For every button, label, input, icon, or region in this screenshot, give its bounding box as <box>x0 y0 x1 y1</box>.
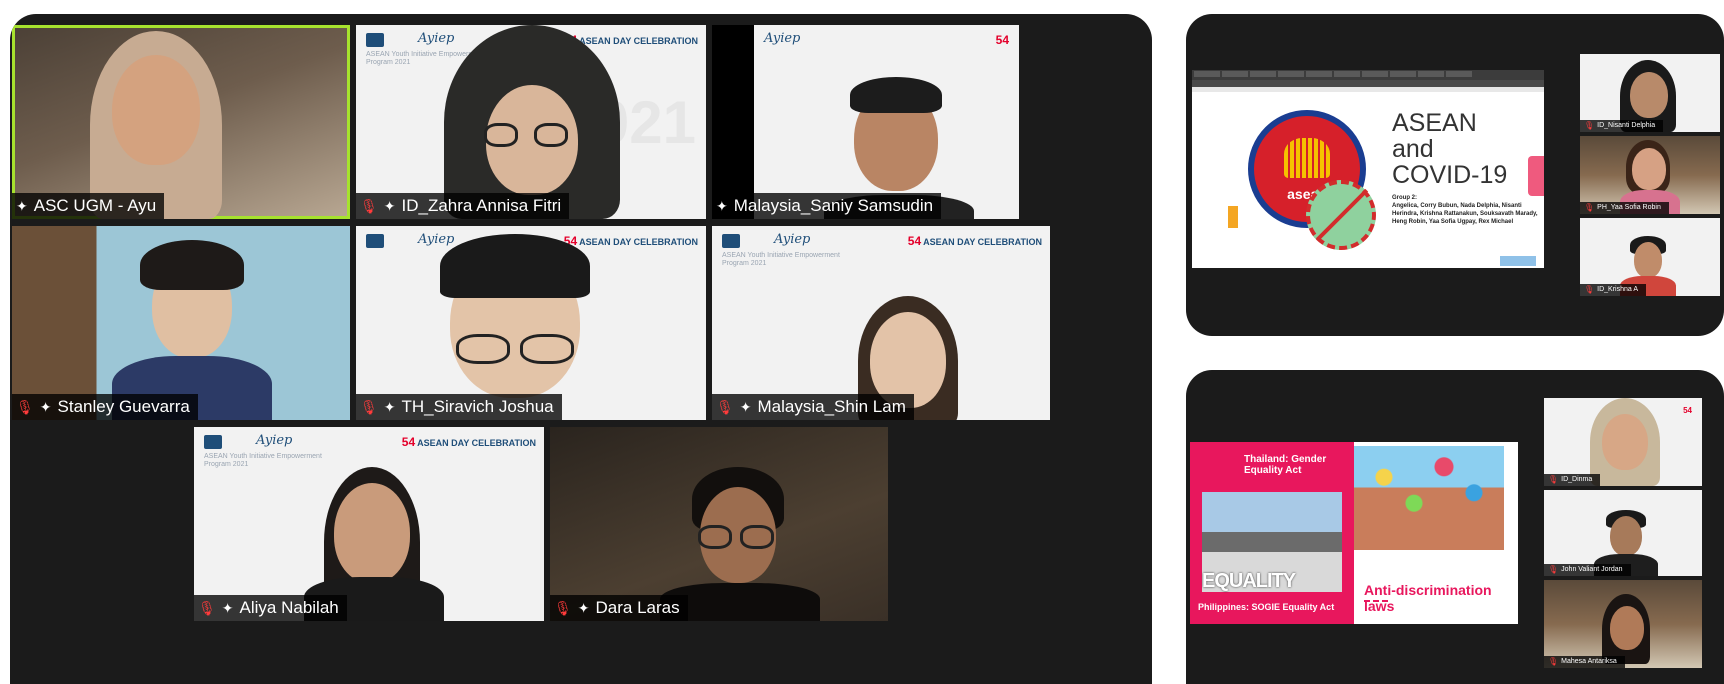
participant-name: TH_Siravich Joshua <box>401 397 554 416</box>
participant-nameplate: ✦ ASC UGM - Ayu <box>12 193 165 219</box>
participant-name: Stanley Guevarra <box>57 397 190 416</box>
pin-icon: ✦ <box>383 399 396 415</box>
mic-muted-icon: 🎙 <box>1548 565 1559 574</box>
mic-muted-icon: 🎙 <box>360 399 378 415</box>
screen-share-panel: Thailand: Gender Equality Act EQUALITY P… <box>1186 370 1724 684</box>
participant-tile[interactable]: Ayiep ASEAN Youth Initiative Empowerment… <box>356 25 706 219</box>
pin-icon: ✦ <box>739 399 752 415</box>
participant-tile[interactable]: ✦ ASC UGM - Ayu <box>12 25 350 219</box>
thumbnail-tile[interactable]: 54 🎙 ID_Dinma <box>1544 398 1702 486</box>
participant-tile[interactable]: Ayiep ASEAN Youth Initiative Empowerment… <box>712 226 1050 420</box>
participant-name: ASC UGM - Ayu <box>33 196 157 215</box>
bookmarks-bar <box>1192 87 1544 92</box>
participant-name: Malaysia_Shin Lam <box>757 397 906 416</box>
glasses <box>484 123 518 147</box>
thumbnail-tile[interactable]: 🎙 ID_Krishna A <box>1580 218 1720 296</box>
pin-icon: ✦ <box>577 600 590 616</box>
screen-share-panel: asean ASEAN and COVID-19 Group 2: Angeli… <box>1186 14 1724 336</box>
thumbnail-tile[interactable]: 🎙 PH_Yaa Sofia Robin <box>1580 136 1720 214</box>
participant-nameplate: ✦ Malaysia_Saniy Samsudin <box>712 193 942 219</box>
address-bar <box>1192 80 1544 87</box>
mic-muted-icon: 🎙 <box>1584 285 1595 294</box>
mic-muted-icon: 🎙 <box>198 600 216 616</box>
pin-icon: ✦ <box>383 198 396 214</box>
participant-nameplate: 🎙 ✦ Stanley Guevarra <box>12 394 198 420</box>
program-logo <box>366 33 384 47</box>
presentation-slide: Thailand: Gender Equality Act EQUALITY P… <box>1190 442 1518 624</box>
participant-tile[interactable]: Ayiep 54 ✦ Malaysia_Saniy Samsudin <box>712 25 1019 219</box>
slide-title: ASEAN and COVID-19 <box>1392 109 1508 189</box>
participant-tile[interactable]: 🎙 ✦ Dara Laras <box>550 427 888 621</box>
presentation-slide: asean ASEAN and COVID-19 Group 2: Angeli… <box>1226 96 1544 268</box>
main-gallery-panel: ✦ ASC UGM - Ayu Ayiep ASEAN Youth Initia… <box>10 14 1152 684</box>
mic-muted-icon: 🎙 <box>716 399 734 415</box>
balloons-crowd-photo <box>1354 446 1504 550</box>
mic-muted-icon: 🎙 <box>1584 203 1595 212</box>
mic-muted-icon: 🎙 <box>360 198 378 214</box>
participant-name: Aliya Nabilah <box>239 598 339 617</box>
participant-nameplate: 🎙 ✦ Aliya Nabilah <box>194 595 347 621</box>
browser-tabs <box>1192 70 1544 80</box>
pin-icon: ✦ <box>39 399 52 415</box>
thumbnail-tile[interactable]: 🎙 ID_Nisanti Delphia <box>1580 54 1720 132</box>
mic-muted-icon: 🎙 <box>16 399 34 415</box>
participant-tile[interactable]: Ayiep ASEAN Youth Initiative Empowerment… <box>194 427 544 621</box>
equality-sign: EQUALITY <box>1202 570 1296 592</box>
mic-muted-icon: 🎙 <box>1548 475 1559 484</box>
participant-nameplate: 🎙 ✦ Dara Laras <box>550 595 688 621</box>
thumbnail-tile[interactable]: 🎙 Mahesa Antariksa <box>1544 580 1702 668</box>
thumbnail-tile[interactable]: 🎙 John Valiant Jordan <box>1544 490 1702 576</box>
pin-icon: ✦ <box>716 198 728 214</box>
slide-caption: Philippines: SOGIE Equality Act <box>1198 602 1335 612</box>
participant-nameplate: 🎙 ✦ TH_Siravich Joshua <box>356 394 562 420</box>
slide-caption: Thailand: Gender Equality Act <box>1244 454 1327 476</box>
participant-name: Malaysia_Saniy Samsudin <box>733 196 934 215</box>
slide-heading: Anti-discrimination laws <box>1364 582 1492 614</box>
virus-prohibited-icon <box>1306 180 1376 250</box>
participant-nameplate: 🎙 ✦ ID_Zahra Annisa Fitri <box>356 193 570 219</box>
mic-muted-icon: 🎙 <box>1584 121 1595 130</box>
participant-tile[interactable]: Ayiep 54 ASEAN DAY CELEBRATION 🎙 ✦ TH_Sir… <box>356 226 706 420</box>
mic-muted-icon: 🎙 <box>554 600 572 616</box>
group-members: Group 2: Angelica, Corry Bubun, Nada Del… <box>1392 195 1538 225</box>
participant-name: Dara Laras <box>595 598 680 617</box>
pin-icon: ✦ <box>221 600 234 616</box>
pin-icon: ✦ <box>16 198 28 214</box>
participant-name: ID_Zahra Annisa Fitri <box>401 196 562 215</box>
shared-browser-window: asean ASEAN and COVID-19 Group 2: Angeli… <box>1192 70 1544 268</box>
participant-nameplate: 🎙 ✦ Malaysia_Shin Lam <box>712 394 914 420</box>
participant-tile[interactable]: 🎙 ✦ Stanley Guevarra <box>12 226 350 420</box>
asean-day-badge: 54 <box>995 33 1009 47</box>
mic-muted-icon: 🎙 <box>1548 657 1559 666</box>
